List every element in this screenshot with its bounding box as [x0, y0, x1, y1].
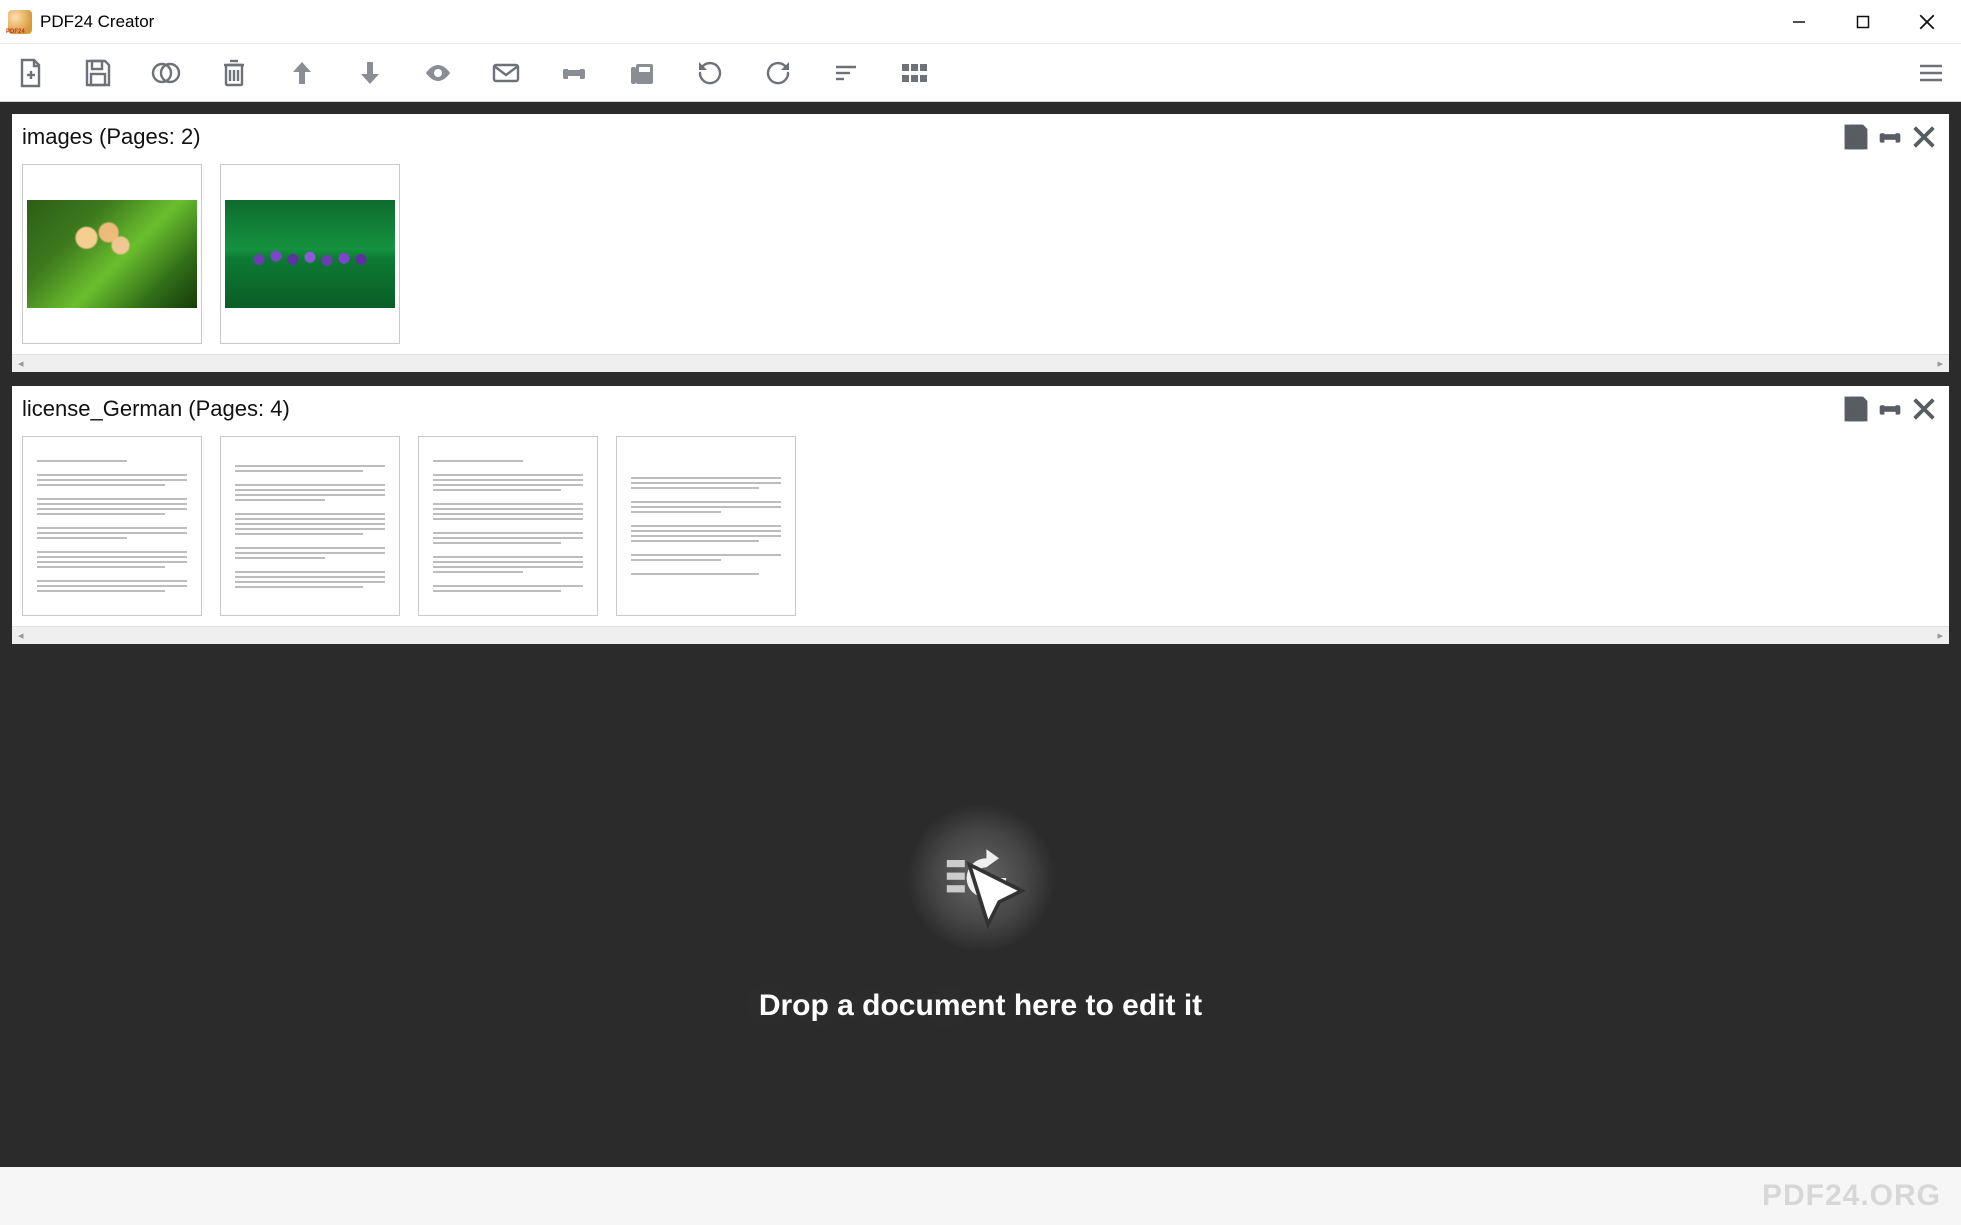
grid-view-button[interactable]: [896, 55, 932, 91]
move-up-button[interactable]: [284, 55, 320, 91]
minimize-button[interactable]: [1767, 0, 1831, 44]
document-title: license_German (Pages: 4): [22, 396, 290, 422]
document-save-button[interactable]: [1839, 392, 1873, 426]
document-title: images (Pages: 2): [22, 124, 201, 150]
email-button[interactable]: [488, 55, 524, 91]
page-thumbnail[interactable]: [616, 436, 796, 616]
footer: PDF24.ORG: [0, 1167, 1961, 1225]
document-panel-images[interactable]: images (Pages: 2) ◂▸: [12, 114, 1949, 372]
merge-button[interactable]: [148, 55, 184, 91]
workspace: images (Pages: 2) ◂▸ license_German (Pag…: [0, 102, 1961, 1167]
page-thumbnail[interactable]: [22, 164, 202, 344]
save-button[interactable]: [80, 55, 116, 91]
scroll-right-icon[interactable]: ▸: [1937, 629, 1943, 642]
document-close-button[interactable]: [1907, 392, 1941, 426]
sort-button[interactable]: [828, 55, 864, 91]
move-down-button[interactable]: [352, 55, 388, 91]
rotate-right-button[interactable]: [760, 55, 796, 91]
text-page-preview: [235, 465, 385, 588]
footer-brand: PDF24.ORG: [1762, 1179, 1941, 1213]
page-thumbnail[interactable]: [220, 164, 400, 344]
page-thumbnail[interactable]: [220, 436, 400, 616]
drop-zone-text: Drop a document here to edit it: [759, 989, 1202, 1023]
cursor-icon: [958, 857, 1048, 947]
drop-zone[interactable]: Drop a document here to edit it: [12, 658, 1949, 1167]
scroll-left-icon[interactable]: ◂: [18, 357, 24, 370]
document-close-button[interactable]: [1907, 120, 1941, 154]
text-page-preview: [433, 460, 583, 592]
thumbnail-strip: [12, 158, 1949, 354]
horizontal-scrollbar[interactable]: ◂▸: [12, 354, 1949, 372]
document-print-button[interactable]: [1873, 392, 1907, 426]
image-preview: [27, 200, 197, 308]
page-thumbnail[interactable]: [22, 436, 202, 616]
toolbar: [0, 44, 1961, 102]
scroll-left-icon[interactable]: ◂: [18, 629, 24, 642]
print-button[interactable]: [556, 55, 592, 91]
rotate-left-button[interactable]: [692, 55, 728, 91]
thumbnail-strip: [12, 430, 1949, 626]
document-header: images (Pages: 2): [12, 114, 1949, 158]
fax-button[interactable]: [624, 55, 660, 91]
app-icon: [8, 10, 32, 34]
document-save-button[interactable]: [1839, 120, 1873, 154]
titlebar: PDF24 Creator: [0, 0, 1961, 44]
preview-button[interactable]: [420, 55, 456, 91]
document-header: license_German (Pages: 4): [12, 386, 1949, 430]
maximize-button[interactable]: [1831, 0, 1895, 44]
horizontal-scrollbar[interactable]: ◂▸: [12, 626, 1949, 644]
drop-zone-icon: [906, 803, 1056, 953]
document-print-button[interactable]: [1873, 120, 1907, 154]
text-page-preview: [631, 477, 781, 575]
app-title: PDF24 Creator: [40, 12, 154, 32]
image-preview: [225, 200, 395, 308]
close-button[interactable]: [1895, 0, 1959, 44]
text-page-preview: [37, 460, 187, 592]
document-panel-license[interactable]: license_German (Pages: 4): [12, 386, 1949, 644]
page-thumbnail[interactable]: [418, 436, 598, 616]
delete-button[interactable]: [216, 55, 252, 91]
new-file-button[interactable]: [12, 55, 48, 91]
menu-button[interactable]: [1913, 55, 1949, 91]
scroll-right-icon[interactable]: ▸: [1937, 357, 1943, 370]
